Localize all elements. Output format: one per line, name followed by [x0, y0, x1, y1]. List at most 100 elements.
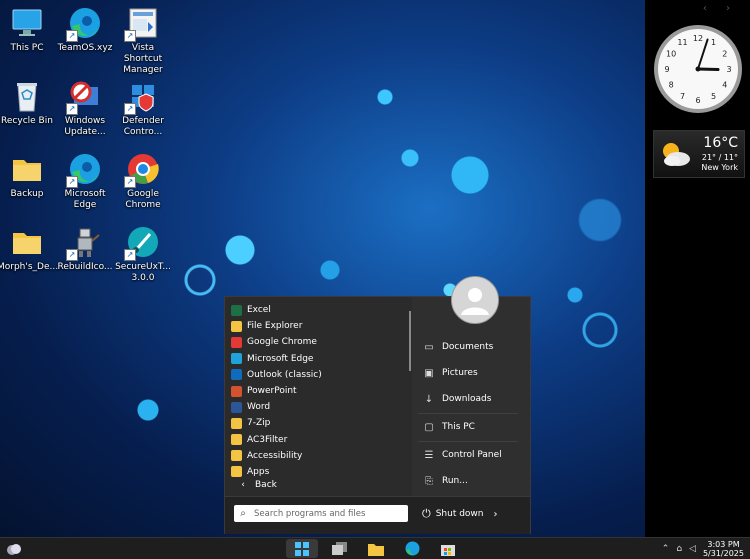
excel-icon — [231, 304, 242, 316]
clock-hour-hand — [696, 67, 720, 72]
program-label: AC3Filter — [247, 434, 288, 445]
start-item-documents[interactable]: ▭ Documents — [423, 339, 493, 355]
volume-icon[interactable]: ◁ — [689, 544, 696, 554]
powerpoint-icon — [231, 385, 242, 397]
program-label: 7-Zip — [247, 418, 271, 429]
program-item[interactable]: Outlook (classic) — [231, 367, 411, 383]
back-button[interactable]: ‹ Back — [231, 477, 411, 493]
chrome-icon — [231, 336, 242, 348]
program-item[interactable]: File Explorer — [231, 318, 411, 334]
program-list-scrollbar[interactable] — [409, 311, 411, 371]
clock-numeral: 1 — [711, 38, 716, 47]
task-view-icon — [332, 541, 347, 555]
program-item[interactable]: Excel — [231, 302, 411, 318]
taskbar-edge[interactable] — [396, 539, 428, 558]
start-item-label: Run... — [442, 476, 468, 486]
pictures-icon: ▣ — [424, 367, 434, 379]
taskbar-file-explorer[interactable] — [360, 539, 392, 558]
control-panel-icon: ☰ — [424, 449, 434, 461]
shutdown-label: Shut down — [435, 509, 484, 519]
chrome-icon: ↗ — [124, 152, 160, 188]
taskbar: ⌃ ⌂ ◁ 3:03 PM 5/31/2025 — [0, 537, 750, 559]
start-item-label: Control Panel — [442, 450, 502, 460]
back-arrow-icon: ‹ — [241, 480, 245, 490]
chevron-right-icon[interactable]: › — [494, 509, 498, 520]
desktop-icon-rebuildicon[interactable]: ↗ RebuildIco... — [55, 225, 115, 273]
start-item-label: This PC — [442, 422, 475, 432]
search-icon: ⌕ — [240, 508, 246, 519]
weather-city: New York — [701, 163, 738, 172]
clock-numeral: 6 — [695, 96, 700, 105]
weather-gadget[interactable]: 16°C 21° / 11° New York — [653, 130, 745, 178]
program-item[interactable]: PowerPoint — [231, 383, 411, 399]
desktop-icon-vista-shortcut-manager[interactable]: ↗ Vista Shortcut Manager — [113, 6, 173, 76]
taskbar-store[interactable] — [432, 539, 464, 558]
monitor-icon — [10, 6, 44, 40]
program-item[interactable]: AC3Filter — [231, 432, 411, 448]
desktop-icon-teamos[interactable]: ↗ TeamOS.xyz — [55, 6, 115, 54]
partly-cloudy-icon — [663, 143, 690, 166]
start-item-run[interactable]: ⎘ Run... — [423, 473, 468, 489]
chevron-up-icon[interactable]: ⌃ — [662, 544, 670, 554]
search-box[interactable]: ⌕ — [234, 505, 408, 522]
taskbar-task-view[interactable] — [324, 539, 356, 558]
recycle-bin-icon — [10, 79, 44, 113]
desktop-icon-windows-update[interactable]: ↗ Windows Update... — [55, 79, 115, 138]
desktop-icon-microsoft-edge[interactable]: ↗ Microsoft Edge — [55, 152, 115, 211]
computer-icon: ▢ — [424, 421, 434, 433]
program-item[interactable]: Word — [231, 399, 411, 415]
start-button[interactable] — [286, 539, 318, 558]
search-input[interactable] — [252, 507, 401, 520]
word-icon — [231, 401, 242, 413]
edge-icon: ↗ — [66, 152, 102, 188]
network-icon[interactable]: ⌂ — [676, 544, 682, 554]
start-item-control-panel[interactable]: ☰ Control Panel — [423, 447, 502, 463]
weather-range: 21° / 11° — [701, 153, 738, 162]
program-label: Outlook (classic) — [247, 369, 322, 380]
shutdown-button[interactable]: ⏻ Shut down › — [422, 505, 498, 523]
clock-numeral: 7 — [680, 92, 685, 101]
taskbar-clock[interactable]: 3:03 PM 5/31/2025 — [703, 540, 744, 558]
run-icon: ⎘ — [425, 475, 433, 487]
windows-update-icon: ↗ — [66, 79, 102, 115]
start-item-label: Downloads — [442, 394, 492, 404]
program-label: PowerPoint — [247, 386, 297, 397]
desktop-icon-google-chrome[interactable]: ↗ Google Chrome — [113, 152, 173, 211]
folder-icon — [368, 543, 384, 556]
clock-numeral: 8 — [669, 81, 674, 90]
desktop-icon-recycle-bin[interactable]: Recycle Bin — [0, 79, 57, 127]
start-item-pictures[interactable]: ▣ Pictures — [423, 365, 477, 381]
program-list: Excel File Explorer Google Chrome Microsoft… — [231, 302, 411, 480]
start-item-downloads[interactable]: ↓ Downloads — [423, 391, 492, 407]
avatar[interactable] — [451, 276, 499, 324]
gadget-nav-arrows[interactable]: ‹ › — [703, 3, 738, 14]
outlook-icon — [231, 369, 242, 381]
downloads-icon: ↓ — [424, 393, 434, 405]
desktop-icon-this-pc[interactable]: This PC — [0, 6, 57, 54]
folder-icon — [231, 450, 242, 462]
start-item-this-pc[interactable]: ▢ This PC — [423, 419, 475, 435]
edge-icon — [231, 353, 242, 365]
clock-numeral: 10 — [666, 50, 676, 59]
program-item[interactable]: Google Chrome — [231, 334, 411, 350]
taskbar-widgets-button[interactable] — [0, 539, 28, 558]
back-label: Back — [255, 480, 277, 490]
folder-icon — [231, 417, 242, 429]
desktop-icon-defender-control[interactable]: ↗ Defender Contro... — [113, 79, 173, 138]
clock-gadget[interactable]: 1234567891011 12 — [653, 24, 743, 114]
program-item[interactable]: Microsoft Edge — [231, 351, 411, 367]
desktop-icon-backup[interactable]: Backup — [0, 152, 57, 200]
user-icon — [461, 288, 489, 315]
program-item[interactable]: 7-Zip — [231, 415, 411, 431]
program-label: Word — [247, 402, 271, 413]
gadget-sidebar: ‹ › 1 2 3 4 5 6 7 8 9 10 11 12 16°C 21° / 11° New Y… — [645, 0, 750, 537]
folder-icon — [10, 225, 44, 259]
weather-temperature: 16°C — [703, 135, 738, 151]
program-label: Apps — [247, 466, 270, 477]
desktop-icon-secureuxtheme[interactable]: ↗ SecureUxT... 3.0.0 — [113, 225, 173, 284]
divider — [418, 413, 518, 414]
shield-icon: ↗ — [124, 79, 160, 115]
program-item[interactable]: Accessibility — [231, 448, 411, 464]
desktop-icon-morphs-de[interactable]: Morph's_De... — [0, 225, 58, 273]
edge-icon — [405, 541, 419, 556]
